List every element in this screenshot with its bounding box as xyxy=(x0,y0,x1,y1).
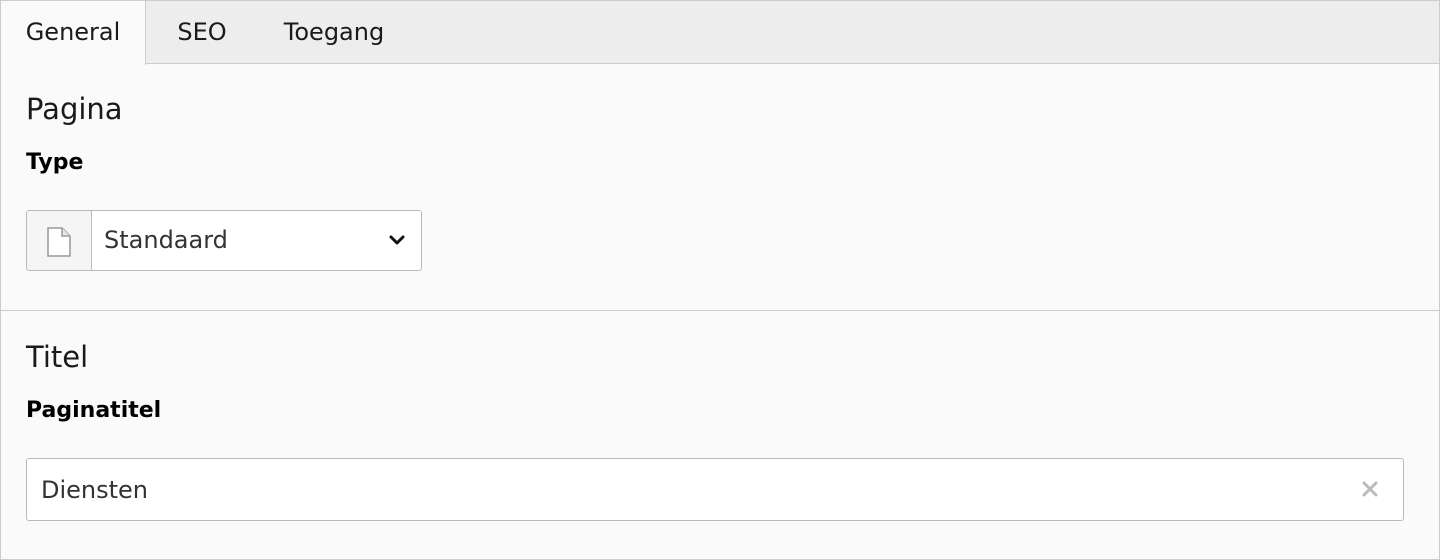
tab-general[interactable]: General xyxy=(1,1,146,65)
page-properties-panel: General SEO Toegang Pagina Type Standaar… xyxy=(0,0,1440,560)
clear-button[interactable] xyxy=(1359,478,1381,500)
field-label-type: Type xyxy=(26,150,84,175)
tab-seo[interactable]: SEO xyxy=(151,1,253,63)
select-value: Standaard xyxy=(104,226,228,254)
paginatitel-input[interactable] xyxy=(27,459,1347,520)
clear-x-icon xyxy=(1362,481,1378,497)
section-title-pagina: Pagina xyxy=(26,92,123,126)
type-select[interactable]: Standaard xyxy=(26,210,422,271)
field-label-paginatitel: Paginatitel xyxy=(26,398,162,423)
section-titel: Titel Paginatitel xyxy=(1,312,1439,559)
tab-bar: General SEO Toegang xyxy=(1,1,1439,65)
page-document-icon xyxy=(47,227,71,257)
select-icon-box xyxy=(27,211,92,270)
section-title-titel: Titel xyxy=(26,340,89,374)
tab-toegang[interactable]: Toegang xyxy=(261,1,407,63)
paginatitel-field xyxy=(26,458,1404,521)
chevron-down-icon xyxy=(389,235,405,245)
section-pagina: Pagina Type Standaard xyxy=(1,64,1439,311)
